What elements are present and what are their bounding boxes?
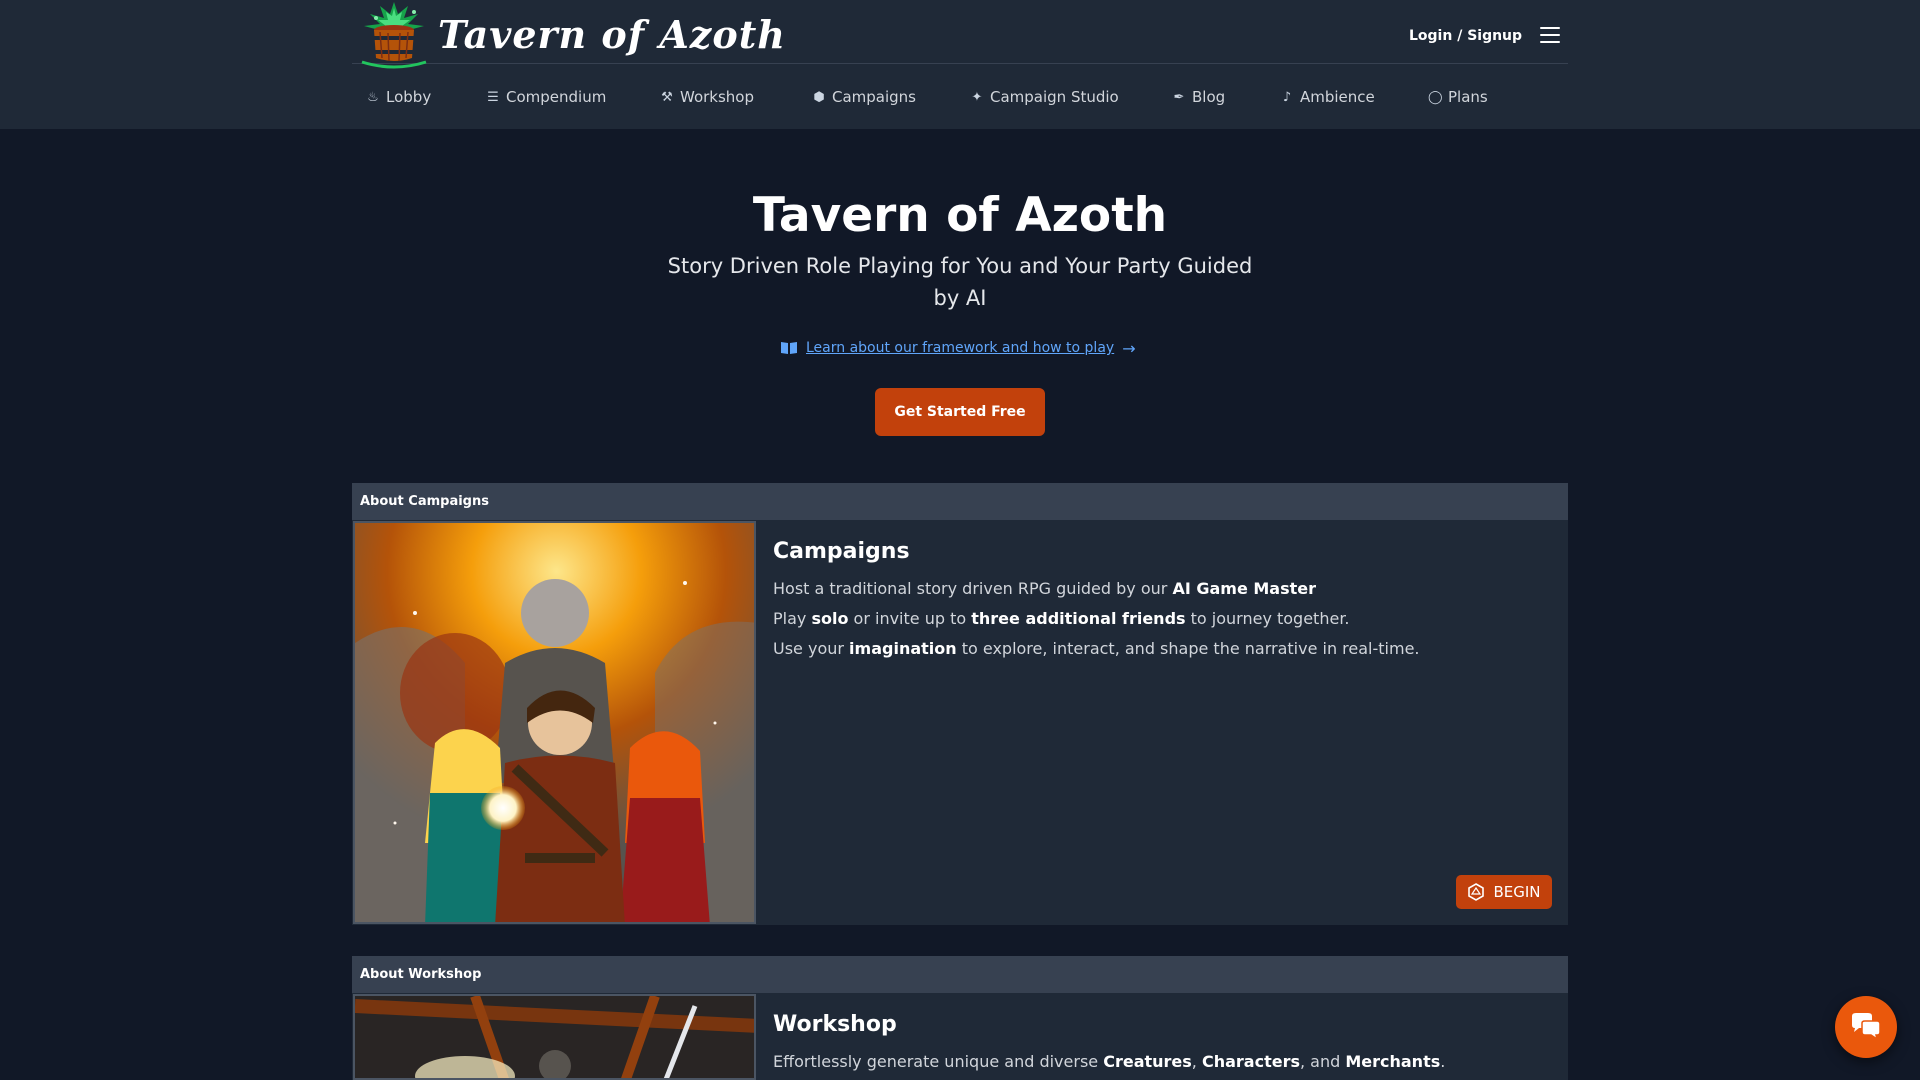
- campaigns-description: Campaigns Host a traditional story drive…: [773, 539, 1553, 664]
- learn-link-text[interactable]: Learn about our framework and how to pla…: [806, 340, 1114, 356]
- workshop-image: [353, 994, 756, 1080]
- nav-item-label: Campaign Studio: [990, 88, 1119, 106]
- nav-item-label: Lobby: [386, 88, 432, 106]
- nav-item-label: Campaigns: [832, 88, 917, 106]
- hammer-icon: ⚒: [661, 89, 673, 105]
- nav-item-blog[interactable]: ✒ Blog: [1172, 86, 1226, 108]
- nav-item-workshop[interactable]: ⚒ Workshop: [660, 86, 754, 108]
- magic-wand-icon: ✦: [971, 89, 983, 105]
- section-header: About Campaigns: [352, 483, 1568, 520]
- nav-item-label: Plans: [1448, 88, 1488, 106]
- books-icon: ☰: [487, 89, 499, 105]
- chat-bubbles-icon: [1852, 1013, 1881, 1041]
- nav-item-ambience[interactable]: ♪ Ambience: [1280, 86, 1375, 108]
- nav-item-campaigns[interactable]: ⬢ Campaigns: [812, 86, 916, 108]
- nav-item-label: Blog: [1192, 88, 1226, 106]
- chat-button[interactable]: [1835, 996, 1897, 1058]
- campaigns-image: [353, 521, 756, 924]
- nav-item-compendium[interactable]: ☰ Compendium: [486, 86, 606, 108]
- music-note-icon: ♪: [1282, 89, 1292, 105]
- hero-title: Tavern of Azoth: [752, 188, 1168, 243]
- nav-item-lobby[interactable]: ♨ Lobby: [366, 86, 431, 108]
- hero-subtitle: Story Driven Role Playing for You and Yo…: [667, 254, 1253, 310]
- workshop-section: About Workshop Workshop Effortlessly gen…: [352, 956, 1568, 1080]
- section-title: Workshop: [773, 1012, 897, 1037]
- begin-button[interactable]: BEGIN: [1456, 875, 1552, 909]
- description-line: Effortlessly generate unique and diverse…: [773, 1052, 1446, 1071]
- brand-wordmark[interactable]: Tavern of Azoth: [438, 12, 786, 57]
- coins-icon: ◯: [1428, 89, 1443, 105]
- top-bar: Tavern of Azoth Login / Signup: [352, 0, 1568, 69]
- description-line: Use your imagination to explore, interac…: [773, 639, 1420, 658]
- description-line: Host a traditional story driven RPG guid…: [773, 579, 1316, 598]
- adventurers-illustration: [355, 523, 754, 922]
- nav-item-campaign-studio[interactable]: ✦ Campaign Studio: [970, 86, 1119, 108]
- open-book-icon: [781, 342, 797, 354]
- tavern-logo-icon[interactable]: [354, 0, 434, 70]
- section-title: Campaigns: [773, 539, 910, 564]
- get-started-button[interactable]: Get Started Free: [875, 388, 1045, 436]
- campfire-icon: ♨: [367, 89, 379, 105]
- workshop-illustration: [355, 996, 754, 1078]
- site-header: Tavern of Azoth Login / Signup ♨ Lobby ☰…: [0, 0, 1920, 129]
- main-nav: ♨ Lobby ☰ Compendium ⚒ Workshop ⬢ Campai…: [352, 64, 1568, 129]
- arrow-right-icon: →: [1122, 338, 1136, 358]
- description-line: Play solo or invite up to three addition…: [773, 609, 1350, 628]
- workshop-description: Workshop Effortlessly generate unique an…: [773, 1012, 1553, 1077]
- login-signup-link[interactable]: Login / Signup: [1409, 28, 1522, 44]
- nav-item-plans[interactable]: ◯ Plans: [1428, 86, 1488, 108]
- d20-dice-icon: [1468, 883, 1485, 901]
- nav-item-label: Compendium: [506, 88, 607, 106]
- campaigns-section: About Campaigns Campaigns Host a traditi…: [352, 483, 1568, 925]
- hamburger-menu-icon[interactable]: [1540, 27, 1560, 45]
- feather-icon: ✒: [1173, 89, 1185, 105]
- nav-item-label: Ambience: [1300, 88, 1375, 106]
- begin-label: BEGIN: [1493, 883, 1541, 901]
- dice-icon: ⬢: [813, 89, 825, 105]
- nav-item-label: Workshop: [680, 88, 755, 106]
- learn-framework-link[interactable]: Learn about our framework and how to pla…: [780, 338, 1136, 358]
- section-header: About Workshop: [352, 956, 1568, 993]
